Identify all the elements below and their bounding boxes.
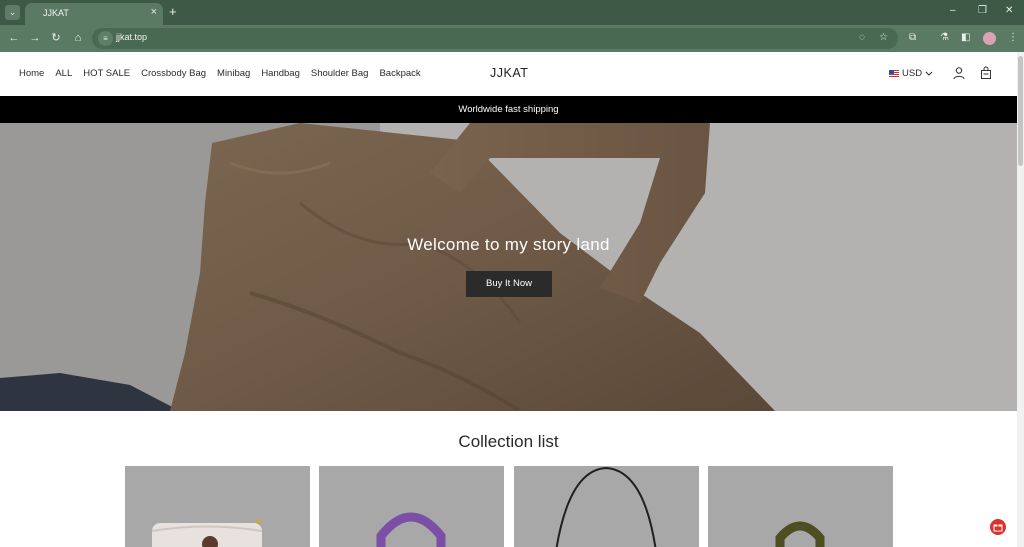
address-bar[interactable]: ≡ jjkat.top ◌ ☆ [92, 28, 898, 49]
minimize-icon[interactable]: – [950, 5, 956, 17]
close-window-icon[interactable]: ✕ [1005, 5, 1013, 17]
announcement-bar: Worldwide fast shipping [0, 96, 1017, 123]
url-text: jjkat.top [116, 32, 148, 42]
hero-title: Welcome to my story land [407, 235, 610, 254]
nav-crossbody-bag[interactable]: Crossbody Bag [141, 68, 206, 79]
site-info-icon[interactable]: ≡ [98, 31, 113, 46]
tab-title: JJKAT [43, 8, 69, 18]
back-icon[interactable]: ← [7, 31, 21, 45]
profile-avatar[interactable] [983, 32, 996, 45]
nav-hot-sale[interactable]: HOT SALE [83, 68, 130, 79]
chevron-down-icon [925, 71, 933, 76]
site-logo[interactable]: JJKAT [490, 66, 528, 80]
olive-bag-image [775, 521, 825, 547]
nav-shoulder-bag[interactable]: Shoulder Bag [311, 68, 369, 79]
browser-menu-icon[interactable]: ⋮ [1008, 31, 1018, 45]
nav-handbag[interactable]: Handbag [261, 68, 300, 79]
nav-home[interactable]: Home [19, 68, 44, 79]
currency-label: USD [902, 68, 923, 79]
collection-card[interactable] [125, 466, 310, 547]
cart-icon[interactable] [979, 66, 993, 80]
side-panel-icon[interactable]: ◧ [961, 31, 970, 45]
bookmark-star-icon[interactable]: ☆ [879, 31, 888, 45]
collection-card[interactable] [514, 466, 699, 547]
extensions-icon[interactable]: ⧉ [909, 31, 916, 45]
main-nav: Home ALL HOT SALE Crossbody Bag Minibag … [19, 68, 432, 79]
hero-bag-image [0, 123, 1017, 411]
home-icon[interactable]: ⌂ [71, 31, 85, 45]
restore-icon[interactable]: ❐ [978, 5, 987, 17]
purple-bag-image [376, 512, 446, 547]
browser-toolbar: ← → ↻ ⌂ ≡ jjkat.top ◌ ☆ ⧉ ⚗ ◧ ⋮ [0, 25, 1024, 52]
page-scrollbar[interactable] [1017, 52, 1024, 547]
collection-card[interactable] [319, 466, 504, 547]
gift-icon [993, 524, 1003, 532]
eye-off-icon[interactable]: ◌ [859, 31, 865, 45]
scrollbar-thumb[interactable] [1018, 56, 1023, 166]
tab-close-icon[interactable]: × [151, 6, 157, 18]
us-flag-icon [889, 70, 899, 77]
account-icon[interactable] [952, 66, 966, 80]
collection-card[interactable] [708, 466, 893, 547]
collection-list-title: Collection list [458, 432, 559, 451]
crossbody-bag-image [151, 517, 263, 547]
browser-tab[interactable]: JJKAT × [25, 3, 163, 25]
browser-tab-bar: ⌄ JJKAT × + – ❐ ✕ [0, 0, 1024, 25]
site-header: Home ALL HOT SALE Crossbody Bag Minibag … [0, 52, 1017, 96]
hero-banner: Welcome to my story land Buy It Now [0, 123, 1017, 411]
forward-icon[interactable]: → [28, 31, 42, 45]
new-tab-icon[interactable]: + [169, 4, 177, 20]
labs-icon[interactable]: ⚗ [940, 31, 949, 45]
reload-icon[interactable]: ↻ [49, 31, 63, 45]
web-page: Home ALL HOT SALE Crossbody Bag Minibag … [0, 52, 1017, 547]
nav-backpack[interactable]: Backpack [379, 68, 420, 79]
buy-it-now-button[interactable]: Buy It Now [466, 271, 552, 297]
shoulder-bag-image [555, 466, 657, 547]
currency-selector[interactable]: USD [889, 68, 933, 79]
tab-search-icon[interactable]: ⌄ [5, 5, 20, 20]
nav-minibag[interactable]: Minibag [217, 68, 250, 79]
nav-all[interactable]: ALL [55, 68, 72, 79]
floating-gift-button[interactable] [990, 519, 1006, 535]
